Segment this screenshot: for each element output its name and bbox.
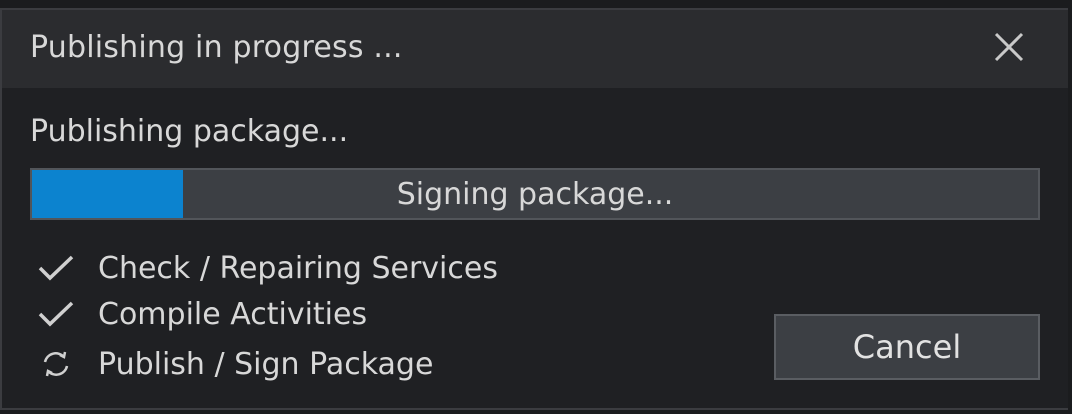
step-label: Compile Activities — [98, 296, 368, 332]
progress-bar: Signing package... — [30, 168, 1040, 220]
step-item: Check / Repairing Services — [36, 250, 498, 286]
step-label: Publish / Sign Package — [98, 346, 434, 382]
dialog-title: Publishing in progress ... — [30, 30, 403, 65]
step-item: Publish / Sign Package — [36, 346, 433, 382]
step-item: Compile Activities — [36, 296, 367, 332]
progress-label: Signing package... — [396, 176, 674, 212]
dialog-titlebar: Publishing in progress ... — [2, 10, 1068, 88]
close-icon — [994, 32, 1024, 62]
check-icon — [36, 296, 80, 332]
refresh-icon — [36, 346, 80, 382]
check-icon — [36, 250, 80, 286]
step-label: Check / Repairing Services — [98, 250, 498, 286]
status-text: Publishing package... — [30, 114, 349, 149]
close-button[interactable] — [990, 28, 1028, 66]
publishing-dialog: Publishing in progress ... Publishing pa… — [0, 8, 1068, 410]
cancel-button[interactable]: Cancel — [774, 314, 1040, 380]
